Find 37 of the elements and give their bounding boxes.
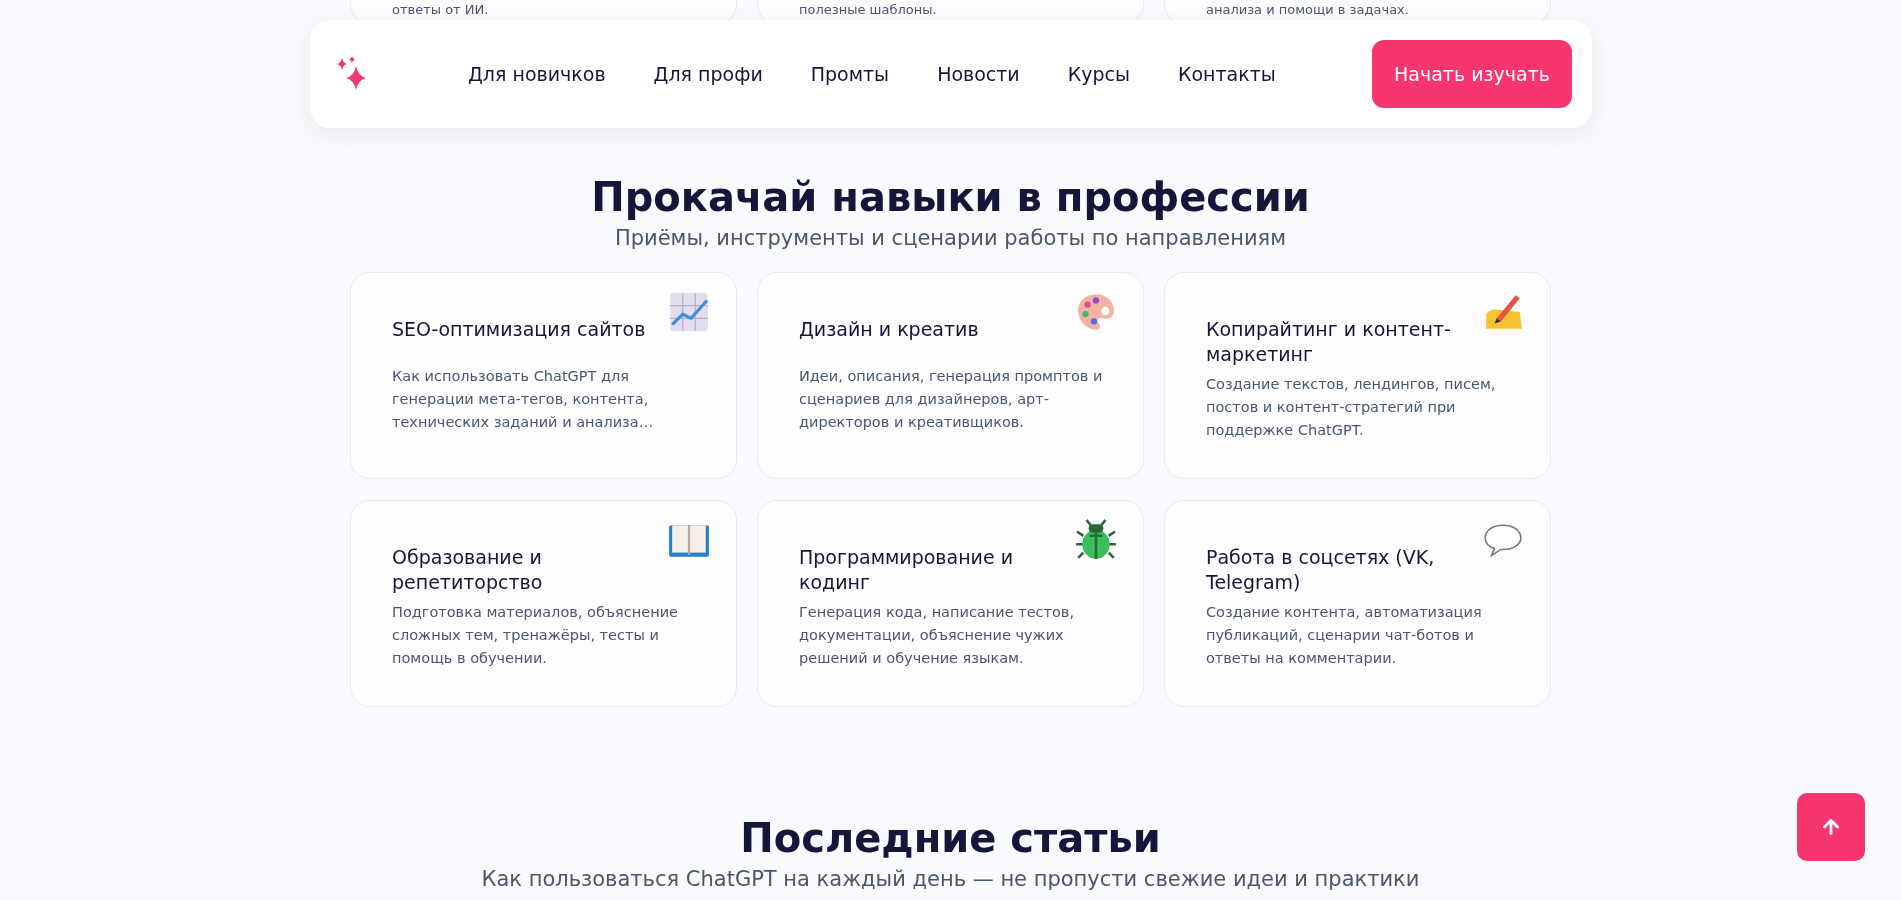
card-description: Генерация кода, написание тестов, документации, объяснение чужих решений и обучение языкам. <box>799 603 1075 668</box>
category-card[interactable]: Дизайн и креатив Идеи, описания, генерация промптов и сценариев для дизайнеров, арт-директоров и креативщиков. <box>757 272 1144 479</box>
nav-link[interactable]: Для профи <box>653 63 763 85</box>
category-card[interactable]: SEO-оптимизация сайтов Как использовать ChatGPT для генерации мета-тегов, контента, технических заданий и анализа… <box>350 272 737 479</box>
section-title: Последние статьи <box>740 814 1161 863</box>
category-card[interactable]: Образование и репетиторство Подготовка материалов, объяснение сложных тем, тренажёры, тесты и помощь в обучении. <box>350 500 737 707</box>
category-card[interactable]: Работа в соцсетях (VK, Telegram) Создание контента, автоматизация публикаций, сценарии чат-ботов и ответы на комментарии. <box>1164 500 1551 707</box>
arrow-up-icon <box>1820 816 1842 838</box>
section-subtitle: Приёмы, инструменты и сценарии работы по направлениям <box>614 225 1287 252</box>
card-title: Программирование и кодинг <box>799 545 1015 595</box>
nav-link[interactable]: Контакты <box>1178 63 1276 85</box>
category-card[interactable]: Копирайтинг и контент-маркетинг Создание текстов, лендингов, писем, постов и контент-стратегий при поддержке ChatGPT. <box>1164 272 1551 479</box>
card-description: Создание контента, автоматизация публикаций, сценарии чат-ботов и ответы на комментарии. <box>1206 603 1483 668</box>
section-subtitle: Как пользоваться ChatGPT на каждый день — не пропусти свежие идеи и практики <box>481 866 1420 893</box>
nav-link[interactable]: Курсы <box>1067 63 1130 85</box>
card-title: Образование и репетиторство <box>392 545 544 595</box>
card-title: Копирайтинг и контент-маркетинг <box>1206 317 1452 367</box>
card-description: Как использовать ChatGPT для генерации мета-тегов, контента, технических заданий и анализа… <box>392 367 655 432</box>
card-description: анализа и помощи в задачах. <box>1206 2 1410 17</box>
category-card[interactable]: Программирование и кодинг Генерация кода, написание тестов, документации, объяснение чужих решений и обучение языкам. <box>757 500 1144 707</box>
palette-icon <box>1075 291 1117 333</box>
nav-link[interactable]: Промты <box>810 63 890 85</box>
start-button[interactable]: Начать изучать <box>1372 40 1572 108</box>
chart-icon <box>668 291 710 333</box>
card-title: Работа в соцсетях (VK, Telegram) <box>1206 545 1436 595</box>
card-description: ответы от ИИ. <box>392 2 490 17</box>
scroll-to-top-button[interactable] <box>1797 793 1865 861</box>
card-description: Создание текстов, лендингов, писем, постов и контент-стратегий при поддержке ChatGPT. <box>1206 375 1497 440</box>
card-title: Дизайн и креатив <box>799 317 979 342</box>
card-description: Идеи, описания, генерация промптов и сценариев для дизайнеров, арт-директоров и креативщиков. <box>799 367 1104 432</box>
card-description: Подготовка материалов, объяснение сложных тем, тренажёры, тесты и помощь в обучении. <box>392 603 679 668</box>
card-title: SEO-оптимизация сайтов <box>392 317 646 342</box>
nav-link[interactable]: Новости <box>937 63 1020 85</box>
section-title: Прокачай навыки в профессии <box>591 173 1310 222</box>
nav-link[interactable]: Для новичков <box>468 63 606 85</box>
card-description: полезные шаблоны. <box>799 2 938 17</box>
beetle-icon <box>1075 519 1117 561</box>
